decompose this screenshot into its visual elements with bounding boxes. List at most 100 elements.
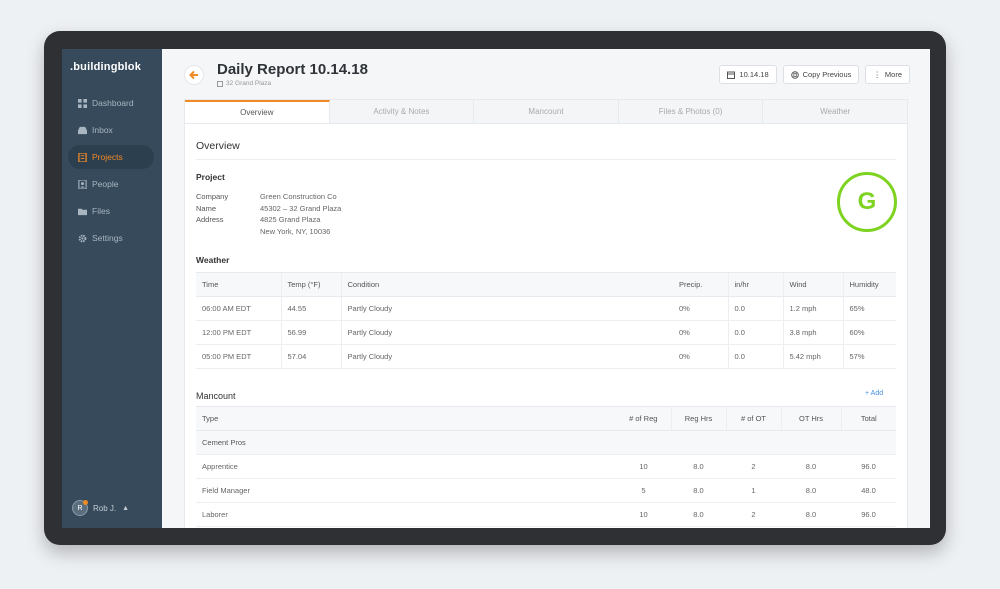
chevron-up-icon: ▲: [122, 504, 130, 512]
sidebar-item-people[interactable]: People: [68, 172, 154, 196]
table-cell: 0%: [673, 344, 728, 369]
header-actions: 10.14.18 Copy Previous ⋮ More: [719, 65, 910, 84]
table-row: Field Manager 5 8.0 1 8.0 48.0: [196, 478, 896, 503]
column-header: in/hr: [727, 272, 783, 297]
detail-value: New York, NY, 10036: [260, 226, 331, 236]
table-cell: 0.0: [727, 320, 783, 345]
table-cell: 10: [616, 502, 671, 527]
weather-heading: Weather: [196, 255, 230, 265]
table-cell: 8.0: [781, 478, 841, 503]
project-name: 32 Grand Plaza: [226, 80, 272, 87]
sidebar-item-settings[interactable]: Settings: [68, 226, 154, 250]
folder-icon: [78, 208, 87, 215]
app-logo[interactable]: .buildingblok: [70, 61, 141, 73]
table-cell: Partly Cloudy: [340, 320, 673, 345]
table-cell: 65%: [842, 296, 896, 321]
detail-row: Name 45302 – 32 Grand Plaza: [196, 203, 341, 215]
table-cell: 5: [616, 478, 671, 503]
back-button[interactable]: [184, 65, 204, 85]
table-cell: 0.0: [727, 344, 783, 369]
sidebar-item-projects[interactable]: Projects: [68, 145, 154, 169]
table-cell: 05:00 PM EDT: [196, 344, 281, 369]
table-cell: 48.0: [841, 478, 896, 503]
user-menu[interactable]: R Rob J. ▲: [72, 500, 129, 516]
table-cell: 57%: [842, 344, 896, 369]
detail-key: Name: [196, 203, 217, 213]
table-header-row: Time Temp (°F) Condition Precip. in/hr W…: [196, 272, 896, 297]
table-cell: Apprentice: [196, 454, 616, 479]
tab-weather[interactable]: Weather: [763, 100, 907, 123]
weather-table: Time Temp (°F) Condition Precip. in/hr W…: [196, 272, 896, 369]
user-name: Rob J.: [93, 503, 117, 513]
table-cell: 8.0: [671, 478, 726, 503]
table-cell: 2: [726, 454, 781, 479]
detail-value: 4825 Grand Plaza: [260, 215, 321, 224]
table-cell: 0%: [673, 320, 728, 345]
detail-value: Green Construction Co: [260, 192, 337, 201]
project-details: Company Green Construction Co Name 45302 –…: [196, 191, 341, 237]
table-header-row: Type # of Reg Reg Hrs # of OT OT Hrs Tot…: [196, 406, 896, 431]
table-row: Apprentice 10 8.0 2 8.0 96.0: [196, 454, 896, 479]
mancount-table: Type # of Reg Reg Hrs # of OT OT Hrs Tot…: [196, 406, 896, 527]
detail-key: Address: [196, 215, 224, 224]
sidebar-item-dashboard[interactable]: Dashboard: [68, 91, 154, 115]
table-cell: 96.0: [841, 454, 896, 479]
gear-icon: [78, 234, 87, 242]
report-card: Overview Activity & Notes Mancount Files…: [184, 99, 908, 528]
sidebar-item-label: Projects: [92, 152, 123, 162]
table-cell: 1.2 mph: [782, 296, 843, 321]
table-cell: 8.0: [781, 502, 841, 527]
main-content: Daily Report 10.14.18 32 Grand Plaza 10.…: [162, 49, 930, 528]
date-button[interactable]: 10.14.18: [719, 65, 777, 84]
sidebar-item-label: Settings: [92, 233, 123, 243]
sidebar-item-files[interactable]: Files: [68, 199, 154, 223]
column-header: Precip.: [673, 272, 728, 297]
notification-dot: [83, 500, 88, 505]
table-row: Laborer 10 8.0 2 8.0 96.0: [196, 502, 896, 527]
mancount-heading: Mancount: [196, 391, 236, 401]
detail-key: [196, 226, 260, 238]
add-mancount-link[interactable]: + Add: [865, 390, 883, 397]
arrow-left-icon: [189, 70, 198, 80]
more-button[interactable]: ⋮ More: [865, 65, 910, 84]
sidebar-nav: Dashboard Inbox Projects People Files Se…: [68, 91, 154, 253]
avatar-initial: R: [77, 504, 83, 512]
building-icon: [217, 80, 223, 87]
page-title: Daily Report 10.14.18: [217, 61, 368, 78]
table-cell: 10: [616, 454, 671, 479]
column-header: Condition: [340, 272, 673, 297]
tab-mancount[interactable]: Mancount: [474, 100, 619, 123]
app-screen: .buildingblok Dashboard Inbox Projects P…: [62, 49, 930, 528]
table-cell: 5.42 mph: [782, 344, 843, 369]
sidebar-item-inbox[interactable]: Inbox: [68, 118, 154, 142]
table-row: 06:00 AM EDT 44.55 Partly Cloudy 0% 0.0 …: [196, 296, 896, 321]
projects-icon: [78, 152, 87, 162]
calendar-icon: [727, 71, 736, 79]
sidebar: .buildingblok Dashboard Inbox Projects P…: [62, 49, 162, 528]
table-cell: 57.04: [280, 344, 341, 369]
column-header: Time: [196, 272, 281, 297]
tab-files-photos[interactable]: Files & Photos (0): [618, 100, 764, 123]
detail-row: New York, NY, 10036: [196, 226, 341, 238]
more-label: More: [884, 70, 902, 79]
table-cell: 56.99: [280, 320, 341, 345]
table-cell: 8.0: [671, 502, 726, 527]
tab-activity-notes[interactable]: Activity & Notes: [329, 100, 475, 123]
column-header: Wind: [782, 272, 843, 297]
detail-value: 45302 – 32 Grand Plaza: [260, 203, 342, 213]
table-cell: 06:00 AM EDT: [196, 296, 281, 321]
project-heading: Project: [196, 172, 225, 182]
copy-icon: [790, 70, 799, 79]
copy-previous-label: Copy Previous: [802, 70, 852, 79]
group-row: Cement Pros: [196, 430, 896, 455]
divider: [196, 159, 896, 160]
tab-overview[interactable]: Overview: [185, 100, 330, 123]
dashboard-icon: [78, 98, 87, 108]
copy-previous-button[interactable]: Copy Previous: [782, 65, 860, 84]
report-tabs: Overview Activity & Notes Mancount Files…: [185, 100, 907, 124]
sidebar-item-label: Inbox: [92, 125, 113, 135]
table-cell: 0.0: [727, 296, 783, 321]
column-header: Temp (°F): [280, 272, 341, 297]
column-header: # of OT: [725, 406, 781, 431]
group-label: Cement Pros: [196, 430, 896, 455]
